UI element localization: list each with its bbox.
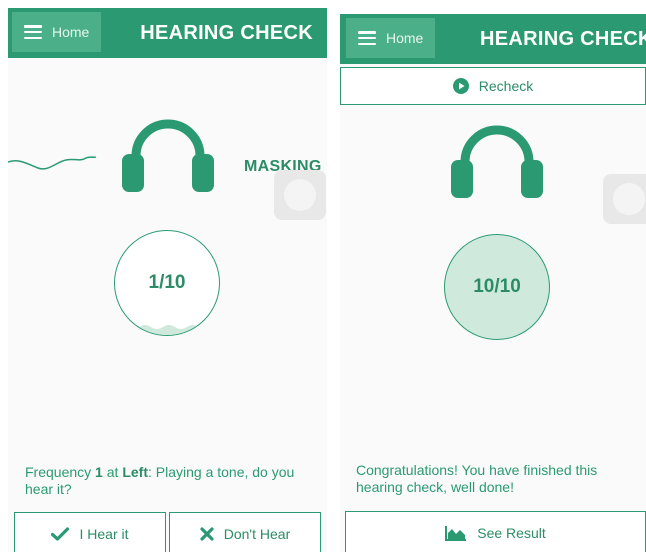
headphones-icon — [451, 125, 543, 198]
progress-circle: 10/10 — [444, 234, 550, 340]
checkmark-icon — [51, 527, 70, 541]
ear-side: Left — [122, 464, 148, 480]
home-button[interactable]: Home — [346, 18, 436, 58]
home-label: Home — [52, 24, 90, 40]
dont-hear-label: Don't Hear — [223, 526, 291, 542]
app-title: HEARING CHECK — [480, 28, 646, 50]
x-icon — [200, 527, 214, 541]
masking-toggle[interactable] — [274, 170, 326, 220]
home-label: Home — [386, 30, 424, 46]
hamburger-icon — [358, 31, 376, 45]
progress-count: 10/10 — [473, 276, 521, 297]
toggle-knob — [284, 179, 316, 211]
app-title: HEARING CHECK — [140, 22, 313, 44]
frequency-number: 1 — [95, 464, 103, 480]
status-middle: at — [102, 464, 123, 480]
i-hear-it-button[interactable]: I Hear it — [14, 512, 166, 552]
hearing-check-screen-in-progress: Home HEARING CHECK MASKING 1/10 Frequenc… — [8, 8, 327, 552]
recheck-label: Recheck — [478, 78, 534, 94]
home-button[interactable]: Home — [12, 12, 102, 52]
headphones-icon — [122, 119, 214, 192]
status-prefix: Frequency — [25, 464, 96, 480]
play-circle-icon — [452, 78, 469, 94]
top-bar: Home HEARING CHECK — [340, 14, 646, 64]
wave-fill — [115, 325, 219, 335]
see-result-label: See Result — [477, 525, 546, 541]
toggle-knob — [613, 183, 645, 215]
i-hear-it-label: I Hear it — [79, 526, 129, 542]
top-bar: Home HEARING CHECK — [8, 8, 327, 58]
sound-wave-line — [8, 156, 97, 170]
see-result-button[interactable]: See Result — [345, 511, 646, 552]
status-text: Congratulations! You have finished this … — [356, 462, 598, 495]
progress-count: 1/10 — [148, 272, 186, 293]
masking-toggle[interactable] — [603, 174, 646, 224]
area-chart-icon — [445, 526, 467, 541]
dont-hear-button[interactable]: Don't Hear — [169, 512, 321, 552]
recheck-button[interactable]: Recheck — [340, 67, 646, 105]
status-text: Frequency 1 at Left: Playing a tone, do … — [25, 464, 325, 498]
hamburger-icon — [24, 25, 42, 39]
progress-circle: 1/10 — [114, 230, 220, 336]
hearing-check-screen-complete: Home HEARING CHECK Recheck 10/10 Congrat… — [340, 14, 646, 552]
